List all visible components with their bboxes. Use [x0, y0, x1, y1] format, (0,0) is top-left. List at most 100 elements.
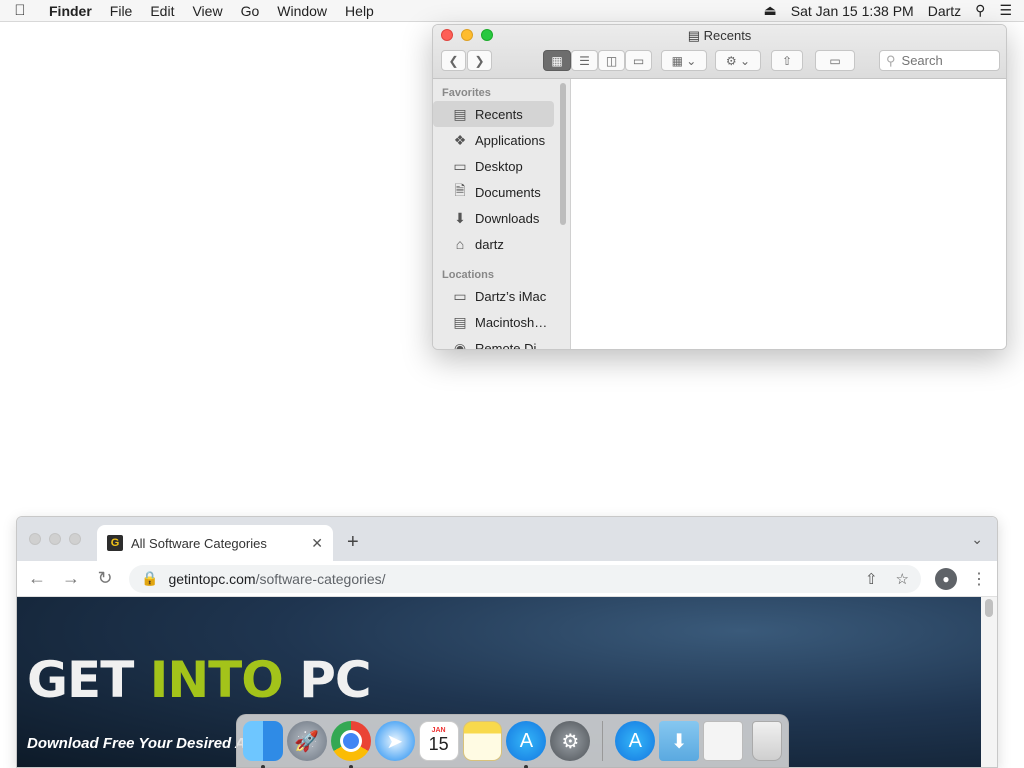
menu-edit[interactable]: Edit [141, 3, 183, 19]
profile-avatar-icon[interactable]: ● [935, 567, 957, 590]
browser-zoom-button[interactable] [69, 533, 81, 545]
dock-chrome-icon[interactable] [330, 721, 371, 768]
bookmark-star-icon[interactable]: ☆ [896, 570, 909, 588]
sidebar-item-desktop[interactable]: ▭ Desktop [433, 153, 570, 179]
url-host: getintopc.com [168, 570, 256, 587]
dock-safari-icon[interactable]: ➤ [374, 721, 415, 761]
tab-strip: G All Software Categories ✕ + ⌄ [17, 517, 997, 561]
menu-app-name[interactable]: Finder [40, 3, 101, 19]
address-bar[interactable]: 🔒 getintopc.com/software-categories/ ⇧ ☆ [129, 564, 921, 593]
search-icon: ⚲ [886, 52, 896, 68]
dock-app-store-icon[interactable]: A [506, 721, 547, 768]
list-view-button[interactable]: ☰ [571, 50, 598, 71]
forward-button[interactable]: ❯ [467, 50, 492, 71]
sidebar-item-label: Downloads [475, 210, 540, 226]
calendar-month: JAN [431, 727, 446, 734]
logo-word-into: INTO [149, 651, 284, 709]
dock-preview-icon[interactable] [703, 721, 744, 761]
window-title: ▤ Recents [433, 28, 1006, 44]
finder-sidebar: Favorites ▤ Recents ❖ Applications ▭ Des… [433, 79, 571, 349]
home-icon: ⌂ [455, 236, 465, 252]
action-gear-button[interactable]: ⚙ ⌄ [715, 50, 761, 71]
new-tab-button[interactable]: + [347, 531, 359, 554]
menu-go[interactable]: Go [232, 3, 269, 19]
documents-icon: 🗎 [454, 182, 466, 198]
sidebar-item-label: Applications [475, 132, 546, 148]
sidebar-item-label: Macintosh… [475, 314, 548, 330]
sidebar-item-downloads[interactable]: ⬇ Downloads [433, 205, 570, 231]
clock[interactable]: Sat Jan 15 1:38 PM [791, 3, 914, 19]
dock-finder-icon[interactable] [243, 721, 283, 768]
sidebar-item-label: Documents [475, 184, 541, 200]
apple-menu-icon[interactable]:  [0, 2, 40, 19]
sidebar-item-imac[interactable]: ▭ Dartz’s iMac [433, 283, 570, 309]
recents-title-icon: ▤ [687, 28, 700, 43]
share-button[interactable]: ⇧ [771, 50, 803, 71]
column-view-button[interactable]: ◫ [598, 50, 625, 71]
desktop-icon: ▭ [453, 157, 467, 174]
sidebar-item-label: Dartz’s iMac [475, 288, 547, 304]
logo-word-pc: PC [282, 651, 371, 709]
tab-title: All Software Categories [131, 535, 267, 551]
dock-system-preferences-icon[interactable]: ⚙ [550, 721, 591, 761]
menu-bar:  Finder File Edit View Go Window Help ⏏… [0, 0, 1024, 22]
calendar-day: 15 [428, 734, 449, 754]
locations-heading: Locations [442, 269, 494, 281]
gallery-view-button[interactable]: ▭ [625, 50, 652, 71]
lock-icon[interactable]: 🔒 [141, 570, 158, 587]
site-favicon-icon: G [107, 535, 123, 551]
dock-notes-icon[interactable] [462, 721, 503, 761]
tab-all-software-categories[interactable]: G All Software Categories ✕ [97, 525, 333, 561]
sidebar-item-label: Remote Di… [475, 340, 550, 350]
finder-window: ▤ Recents ❮ ❯ ▦ ☰ ◫ ▭ ▦ ⌄ ⚙ ⌄ ⇧ ▭ ⚲ Favo… [432, 24, 1007, 350]
sidebar-item-label: Recents [475, 106, 523, 122]
spotlight-icon[interactable]: ⚲ [975, 2, 985, 19]
menu-view[interactable]: View [183, 3, 231, 19]
share-icon[interactable]: ⇧ [865, 570, 878, 588]
menu-help[interactable]: Help [336, 3, 383, 19]
icon-view-button[interactable]: ▦ [543, 50, 571, 71]
search-input[interactable] [901, 53, 992, 68]
control-center-icon[interactable]: ☰ [999, 2, 1012, 19]
back-button[interactable]: ❮ [441, 50, 466, 71]
menu-window[interactable]: Window [268, 3, 336, 19]
sidebar-scrollbar[interactable] [560, 83, 566, 225]
search-field[interactable]: ⚲ [879, 50, 1000, 71]
sidebar-item-applications[interactable]: ❖ Applications [433, 127, 570, 153]
imac-icon: ▭ [453, 287, 467, 304]
dock-downloads-folder-icon[interactable]: ⬇ [659, 721, 700, 761]
finder-toolbar: ▤ Recents ❮ ❯ ▦ ☰ ◫ ▭ ▦ ⌄ ⚙ ⌄ ⇧ ▭ ⚲ [433, 25, 1006, 79]
sidebar-item-documents[interactable]: 🗎 Documents [433, 179, 570, 205]
group-by-button[interactable]: ▦ ⌄ [661, 50, 707, 71]
finder-content-area[interactable] [571, 79, 1006, 349]
more-menu-icon[interactable]: ⋮ [971, 569, 987, 589]
reload-icon[interactable]: ↻ [95, 568, 115, 589]
dock-app-store-download-icon[interactable]: A [615, 721, 656, 761]
dock-calendar-icon[interactable]: JAN 15 [418, 721, 459, 761]
site-logo[interactable]: GET INTO PC [27, 651, 372, 709]
user-menu[interactable]: Dartz [928, 3, 961, 19]
dock-launchpad-icon[interactable]: 🚀 [286, 721, 327, 761]
tab-search-chevron-icon[interactable]: ⌄ [971, 531, 983, 548]
dock-trash-icon[interactable] [752, 721, 782, 761]
sidebar-item-label: Desktop [475, 158, 523, 174]
scrollbar-thumb[interactable] [985, 599, 993, 617]
sidebar-item-home[interactable]: ⌂ dartz [433, 231, 570, 257]
browser-minimize-button[interactable] [49, 533, 61, 545]
tags-button[interactable]: ▭ [815, 50, 855, 71]
eject-icon[interactable]: ⏏ [764, 2, 777, 19]
forward-arrow-icon[interactable]: → [61, 568, 81, 589]
site-tagline: Download Free Your Desired A [27, 735, 246, 752]
menu-file[interactable]: File [101, 3, 142, 19]
hard-drive-icon: ▤ [453, 313, 467, 330]
sidebar-item-macintosh-hd[interactable]: ▤ Macintosh… [433, 309, 570, 335]
sidebar-item-recents[interactable]: ▤ Recents [433, 101, 554, 127]
browser-close-button[interactable] [29, 533, 41, 545]
recents-icon: ▤ [453, 105, 467, 122]
tab-close-icon[interactable]: ✕ [311, 535, 323, 552]
page-scrollbar[interactable] [981, 597, 997, 767]
back-arrow-icon[interactable]: ← [27, 568, 47, 589]
applications-icon: ❖ [453, 131, 467, 148]
sidebar-item-remote-disc[interactable]: ◉ Remote Di… [433, 335, 570, 350]
browser-window-controls [29, 533, 81, 545]
